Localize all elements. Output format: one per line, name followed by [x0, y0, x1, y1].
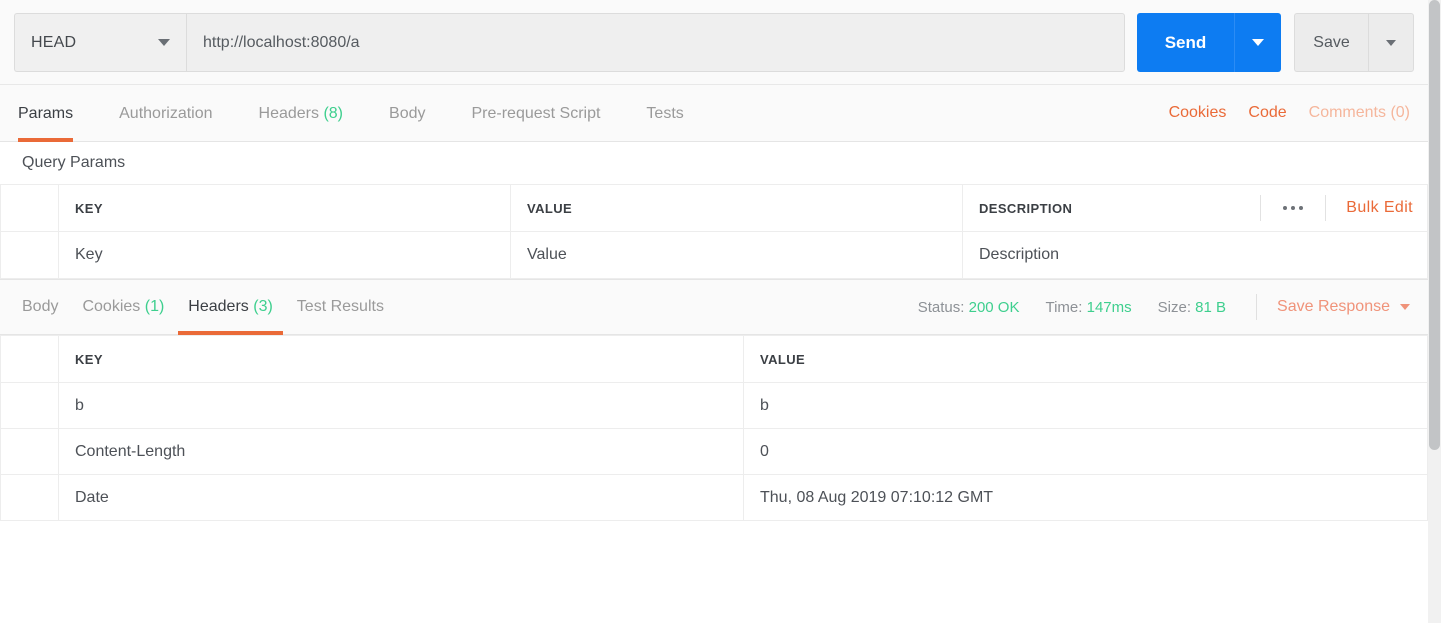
tab-pre-request-script[interactable]: Pre-request Script: [471, 85, 600, 142]
response-tab-cookies-count: (1): [144, 298, 165, 315]
tab-headers[interactable]: Headers (8): [259, 85, 344, 142]
response-headers-table: KEY VALUE b b Content-Length 0 Date Thu,…: [0, 335, 1428, 521]
vertical-scrollbar[interactable]: [1428, 0, 1441, 623]
size-label: Size:: [1157, 298, 1191, 316]
request-url-value: http://localhost:8080/a: [203, 33, 360, 51]
response-tab-headers-count: (3): [253, 298, 273, 315]
query-params-select-all-cell[interactable]: [0, 184, 59, 232]
size-value: 81 B: [1195, 298, 1227, 316]
query-params-key-input[interactable]: Key: [58, 231, 511, 279]
tab-tests-label: Tests: [646, 104, 684, 122]
response-header-value: b: [743, 382, 1428, 429]
chevron-down-icon: [1400, 304, 1410, 310]
tab-pre-request-script-label: Pre-request Script: [471, 104, 601, 122]
code-link[interactable]: Code: [1248, 104, 1286, 122]
query-params-value-input[interactable]: Value: [510, 231, 963, 279]
response-headers-gutter-cell: [0, 335, 59, 383]
comments-link[interactable]: Comments (0): [1309, 104, 1410, 122]
response-tab-headers[interactable]: Headers (3): [178, 279, 283, 335]
save-button[interactable]: Save: [1294, 13, 1368, 72]
tab-headers-label: Headers: [258, 104, 319, 122]
tab-headers-count: (8): [323, 104, 344, 122]
query-params-col-key: KEY: [58, 184, 511, 232]
response-header-key: Content-Length: [58, 428, 744, 475]
response-tab-bar: Body Cookies (1) Headers (3) Test Result…: [0, 279, 1428, 335]
status-meta: Status: 200 OK: [918, 299, 1020, 316]
tab-params[interactable]: Params: [18, 85, 74, 142]
send-button-group: Send: [1137, 13, 1281, 72]
tab-tests[interactable]: Tests: [646, 85, 683, 142]
request-bar: HEAD http://localhost:8080/a Send Save: [0, 0, 1428, 85]
response-headers-col-value: VALUE: [743, 335, 1428, 383]
request-tab-actions: Cookies Code Comments (0): [1169, 104, 1428, 122]
http-method-label: HEAD: [31, 33, 77, 51]
query-params-col-value: VALUE: [510, 184, 963, 232]
response-meta: Status: 200 OK Time: 147ms Size: 81 B Sa…: [892, 294, 1428, 320]
status-value: 200 OK: [968, 298, 1020, 316]
meta-divider: [1256, 294, 1258, 320]
response-header-key: b: [58, 382, 744, 429]
query-params-description-input[interactable]: Description: [962, 231, 1428, 279]
tab-body[interactable]: Body: [389, 85, 425, 142]
query-params-row-checkbox[interactable]: [0, 231, 59, 279]
response-header-value: 0: [743, 428, 1428, 475]
chevron-down-icon: [1252, 39, 1264, 46]
query-params-header-row: KEY VALUE DESCRIPTION Bulk Edit: [0, 184, 1428, 232]
query-params-title: Query Params: [0, 142, 1428, 184]
response-tab-cookies[interactable]: Cookies (1): [82, 279, 164, 335]
tab-params-label: Params: [18, 104, 74, 122]
request-tab-bar: Params Authorization Headers (8) Body Pr…: [0, 85, 1428, 142]
http-method-select[interactable]: HEAD: [14, 13, 186, 72]
query-params-col-description-label: DESCRIPTION: [979, 200, 1073, 216]
table-row: Content-Length 0: [0, 428, 1428, 475]
vertical-scrollbar-thumb[interactable]: [1429, 0, 1440, 450]
response-header-gutter: [0, 428, 59, 475]
save-response-label: Save Response: [1277, 298, 1390, 315]
time-value: 147ms: [1086, 298, 1132, 316]
response-tab-test-results[interactable]: Test Results: [297, 279, 384, 335]
send-options-button[interactable]: [1234, 13, 1281, 72]
request-url-input[interactable]: http://localhost:8080/a: [186, 13, 1125, 72]
query-params-actions: Bulk Edit: [1260, 185, 1427, 231]
table-row: b b: [0, 382, 1428, 429]
response-header-key: Date: [58, 474, 744, 521]
ellipsis-icon[interactable]: [1260, 195, 1327, 221]
response-headers-col-key: KEY: [58, 335, 744, 383]
table-row: Date Thu, 08 Aug 2019 07:10:12 GMT: [0, 474, 1428, 521]
chevron-down-icon: [158, 39, 170, 46]
save-options-button[interactable]: [1368, 13, 1414, 72]
chevron-down-icon: [1386, 39, 1396, 46]
save-button-group: Save: [1294, 13, 1414, 72]
response-header-gutter: [0, 382, 59, 429]
response-header-value: Thu, 08 Aug 2019 07:10:12 GMT: [743, 474, 1428, 521]
tab-authorization[interactable]: Authorization: [119, 85, 212, 142]
send-button[interactable]: Send: [1137, 13, 1234, 72]
postman-request-response-pane: HEAD http://localhost:8080/a Send Save P…: [0, 0, 1428, 623]
status-label: Status:: [917, 298, 965, 316]
response-headers-header-row: KEY VALUE: [0, 335, 1428, 383]
response-tab-headers-label: Headers: [188, 298, 249, 315]
bulk-edit-link[interactable]: Bulk Edit: [1326, 199, 1413, 217]
response-tab-body[interactable]: Body: [22, 279, 58, 335]
response-tab-body-label: Body: [22, 298, 59, 315]
time-meta: Time: 147ms: [1045, 299, 1131, 316]
query-params-col-description: DESCRIPTION Bulk Edit: [962, 184, 1428, 232]
tab-body-label: Body: [389, 104, 426, 122]
size-meta: Size: 81 B: [1158, 299, 1226, 316]
response-tab-test-results-label: Test Results: [296, 298, 384, 315]
save-response-button[interactable]: Save Response: [1277, 298, 1410, 316]
response-tab-cookies-label: Cookies: [82, 298, 141, 315]
query-params-table: KEY VALUE DESCRIPTION Bulk Edit Key Valu…: [0, 184, 1428, 279]
tab-authorization-label: Authorization: [119, 104, 213, 122]
time-label: Time:: [1045, 298, 1083, 316]
query-params-row: Key Value Description: [0, 231, 1428, 279]
response-header-gutter: [0, 474, 59, 521]
cookies-link[interactable]: Cookies: [1169, 104, 1227, 122]
